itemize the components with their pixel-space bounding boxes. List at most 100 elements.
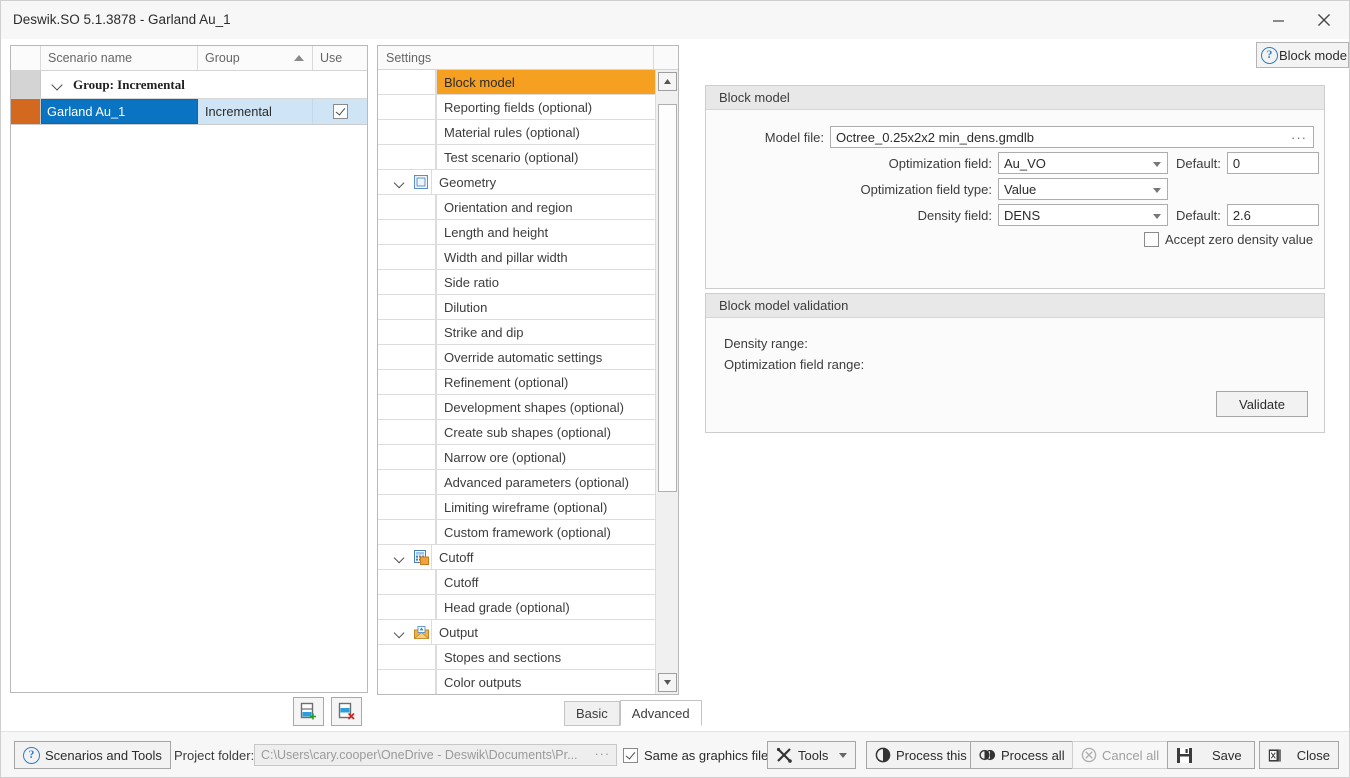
tree-gutter [378, 470, 436, 494]
tree-item-label: Create sub shapes (optional) [436, 420, 678, 444]
column-header-use[interactable]: Use [313, 46, 367, 70]
process-this-button[interactable]: Process this [866, 741, 976, 769]
scroll-down-button[interactable] [658, 673, 677, 692]
settings-tree-body[interactable]: Block model Reporting fields (optional) Ma… [378, 70, 678, 694]
tree-item-create-sub-shapes-optional[interactable]: Create sub shapes (optional) [378, 420, 678, 445]
column-header-group[interactable]: Group [198, 46, 313, 70]
optimization-field-default-input[interactable]: 0 [1226, 152, 1319, 174]
tree-item-width-and-pillar-width[interactable]: Width and pillar width [378, 245, 678, 270]
optimization-field-type-value: Value [1004, 181, 1037, 197]
delete-scenario-button[interactable] [331, 697, 362, 726]
tree-item-label: Orientation and region [436, 195, 678, 219]
cell-use[interactable] [313, 99, 367, 124]
chevron-down-icon [1153, 214, 1161, 219]
tree-item-cutoff[interactable]: Cutoff [378, 570, 678, 595]
process-all-button[interactable]: Process all [970, 741, 1074, 769]
tree-item-narrow-ore-optional[interactable]: Narrow ore (optional) [378, 445, 678, 470]
tree-item-refinement-optional[interactable]: Refinement (optional) [378, 370, 678, 395]
settings-tree-panel: Settings Block model Reporting fields (op… [377, 45, 679, 695]
tree-item-block-model[interactable]: Block model [378, 70, 678, 95]
use-checkbox[interactable] [332, 104, 348, 119]
tools-button[interactable]: Tools [767, 741, 857, 769]
tree-gutter [378, 145, 436, 169]
close-button-bottom[interactable]: Close [1259, 741, 1339, 769]
optimization-field-range-label: Optimization field range: [724, 357, 865, 372]
tree-item-cutoff[interactable]: Cutoff [378, 545, 678, 570]
add-scenario-button[interactable] [293, 697, 324, 726]
tree-item-output[interactable]: Output [378, 620, 678, 645]
tree-item-color-outputs[interactable]: Color outputs [378, 670, 678, 694]
tree-item-override-automatic-settings[interactable]: Override automatic settings [378, 345, 678, 370]
tree-item-geometry[interactable]: Geometry [378, 170, 678, 195]
block-mode-button[interactable]: ? Block mode [1256, 42, 1349, 68]
scenario-grid[interactable]: Scenario name Group Use Group: Increment… [10, 45, 368, 693]
tab-advanced[interactable]: Advanced [619, 700, 702, 726]
scenario-group-row[interactable]: Group: Incremental [11, 71, 367, 99]
scenarios-and-tools-button[interactable]: ? Scenarios and Tools [14, 741, 171, 769]
accept-zero-density-row[interactable]: Accept zero density value [1144, 232, 1313, 247]
density-field-select[interactable]: DENS [998, 204, 1168, 226]
chevron-down-icon[interactable] [389, 170, 411, 194]
scrollbar-thumb[interactable] [658, 104, 677, 492]
process-all-icon [979, 749, 996, 761]
cell-group[interactable]: Incremental [198, 99, 313, 124]
tree-item-development-shapes-optional[interactable]: Development shapes (optional) [378, 395, 678, 420]
tree-item-label: Block model [436, 70, 678, 94]
tab-basic[interactable]: Basic [564, 701, 620, 726]
optimization-field-type-label: Optimization field type: [860, 181, 992, 197]
same-as-graphics-file-checkbox[interactable] [623, 748, 638, 763]
window-title: Deswik.SO 5.1.3878 - Garland Au_1 [13, 12, 231, 27]
block-model-panel-title: Block model [706, 86, 1324, 110]
density-default-input[interactable]: 2.6 [1226, 204, 1319, 226]
browse-icon[interactable]: ··· [595, 747, 611, 761]
model-file-input[interactable]: Octree_0.25x2x2 min_dens.gmdlb ··· [830, 126, 1314, 148]
table-row[interactable]: Garland Au_1 Incremental [11, 99, 367, 125]
tree-gutter [378, 170, 389, 194]
settings-tree-scrollbar[interactable] [655, 70, 678, 694]
tree-item-stopes-and-sections[interactable]: Stopes and sections [378, 645, 678, 670]
column-header-indicator[interactable] [11, 46, 41, 70]
chevron-down-icon[interactable] [839, 752, 848, 758]
save-icon [1177, 747, 1192, 763]
tree-gutter [378, 245, 436, 269]
tree-item-test-scenario-optional[interactable]: Test scenario (optional) [378, 145, 678, 170]
tree-item-dilution[interactable]: Dilution [378, 295, 678, 320]
tree-gutter [378, 645, 436, 669]
close-button[interactable] [1301, 1, 1347, 39]
scenarios-and-tools-label: Scenarios and Tools [45, 747, 162, 763]
tree-gutter [378, 420, 436, 444]
optimization-field-type-select[interactable]: Value [998, 178, 1168, 200]
minimize-button[interactable] [1255, 1, 1301, 39]
tree-item-side-ratio[interactable]: Side ratio [378, 270, 678, 295]
project-folder-input[interactable]: C:\Users\cary.cooper\OneDrive - Deswik\D… [254, 744, 617, 766]
tree-item-custom-framework-optional[interactable]: Custom framework (optional) [378, 520, 678, 545]
scroll-up-button[interactable] [658, 72, 677, 91]
density-default-value: 2.6 [1232, 207, 1251, 223]
tree-item-advanced-parameters-optional[interactable]: Advanced parameters (optional) [378, 470, 678, 495]
save-button[interactable]: Save [1167, 741, 1255, 769]
settings-tree-header-spacer [654, 46, 678, 69]
tree-item-label: Advanced parameters (optional) [436, 470, 678, 494]
browse-icon[interactable]: ··· [1291, 130, 1307, 145]
tree-gutter [378, 545, 389, 569]
optimization-field-select[interactable]: Au_VO [998, 152, 1168, 174]
tree-item-length-and-height[interactable]: Length and height [378, 220, 678, 245]
tools-icon [776, 747, 792, 763]
validate-button[interactable]: Validate [1216, 391, 1308, 417]
tree-item-strike-and-dip[interactable]: Strike and dip [378, 320, 678, 345]
chevron-down-icon[interactable] [53, 81, 64, 88]
tree-item-material-rules-optional[interactable]: Material rules (optional) [378, 120, 678, 145]
tree-item-limiting-wireframe-optional[interactable]: Limiting wireframe (optional) [378, 495, 678, 520]
tree-item-orientation-and-region[interactable]: Orientation and region [378, 195, 678, 220]
accept-zero-density-checkbox[interactable] [1144, 232, 1159, 247]
tree-gutter [378, 295, 436, 319]
chevron-down-icon[interactable] [389, 620, 411, 644]
column-header-scenario-name[interactable]: Scenario name [41, 46, 198, 70]
chevron-down-icon[interactable] [389, 545, 411, 569]
tree-gutter [378, 120, 436, 144]
tree-gutter [378, 270, 436, 294]
same-as-graphics-file-row[interactable]: Same as graphics file [623, 748, 768, 763]
cell-scenario-name[interactable]: Garland Au_1 [41, 99, 198, 124]
tree-item-reporting-fields-optional[interactable]: Reporting fields (optional) [378, 95, 678, 120]
tree-item-head-grade-optional[interactable]: Head grade (optional) [378, 595, 678, 620]
